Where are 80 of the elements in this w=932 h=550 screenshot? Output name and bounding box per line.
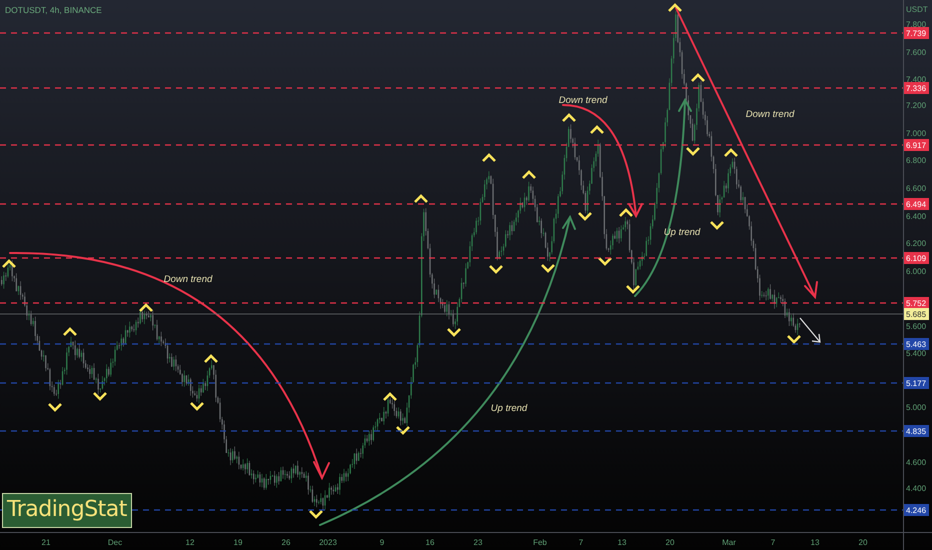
chevron-down-icon — [598, 257, 612, 266]
price-tick-label: 6.400 — [906, 212, 926, 221]
price-tick-label: 6.200 — [906, 239, 926, 248]
price-tick-label: 7.000 — [906, 129, 926, 138]
level-price-tag: 5.463 — [904, 338, 929, 350]
level-price-tag: 7.739 — [904, 27, 929, 39]
symbol-title: DOTUSDT, 4h, BINANCE — [5, 5, 102, 15]
chevron-up-icon — [2, 259, 16, 268]
chevron-down-icon — [578, 212, 592, 221]
time-tick-label: 21 — [42, 538, 50, 547]
chevron-up-icon — [414, 194, 428, 203]
arrow-icon — [800, 318, 821, 343]
time-tick-label: 7 — [578, 538, 584, 547]
trend-label: Up trend — [490, 403, 528, 414]
currency-label: USDT — [906, 5, 928, 14]
time-tick-label: 9 — [380, 538, 384, 547]
chevron-up-icon — [590, 125, 604, 134]
chevron-up-icon — [562, 113, 576, 122]
trend-label: Down trend — [746, 109, 794, 120]
price-tick-label: 6.800 — [906, 156, 926, 165]
chevron-down-icon — [541, 264, 555, 273]
price-tick-label: 5.400 — [906, 349, 926, 358]
price-tick-label: 5.000 — [906, 403, 926, 412]
price-tick-label: 6.600 — [906, 184, 926, 193]
chevron-up-icon — [691, 73, 705, 82]
trend-label: Down trend — [558, 95, 608, 106]
chevron-up-icon — [668, 3, 682, 12]
trend-label: Up trend — [664, 227, 700, 238]
chevron-down-icon — [489, 265, 503, 274]
time-tick-label: Dec — [108, 538, 122, 547]
time-tick-label: 7 — [770, 538, 776, 547]
trend-label: Down trend — [164, 274, 212, 285]
time-tick-label: 20 — [858, 538, 868, 547]
level-price-tag: 7.336 — [904, 82, 929, 94]
level-price-tag: 6.494 — [904, 198, 929, 210]
time-tick-label: Mar — [722, 538, 736, 547]
price-tick-label: 4.600 — [906, 458, 926, 467]
chevron-down-icon — [626, 285, 640, 294]
time-tick-label: 16 — [426, 538, 434, 547]
chevron-up-icon — [139, 303, 153, 312]
chevron-up-icon — [63, 327, 77, 336]
price-tick-label: 7.800 — [906, 20, 926, 29]
price-tick-label: 7.600 — [906, 48, 926, 57]
chevron-up-icon — [383, 392, 397, 401]
time-tick-label: 13 — [810, 538, 820, 547]
price-tick-label: 6.000 — [906, 267, 926, 276]
time-tick-label: 19 — [234, 538, 242, 547]
time-tick-label: 13 — [618, 538, 626, 547]
chevron-down-icon — [710, 221, 724, 230]
price-tick-label: 7.200 — [906, 101, 926, 110]
level-price-tag: 5.752 — [904, 297, 929, 309]
level-price-tag: 5.177 — [904, 377, 929, 389]
time-tick-label: 26 — [282, 538, 290, 547]
price-tick-label: 7.400 — [906, 75, 926, 84]
time-tick-label: 2023 — [319, 538, 337, 547]
level-price-tag: 4.246 — [904, 504, 929, 516]
current-price-tag: 5.685 — [904, 308, 929, 320]
chevron-down-icon — [396, 426, 410, 435]
chevron-down-icon — [48, 403, 62, 412]
chevron-up-icon — [522, 170, 536, 179]
chevron-up-icon — [204, 354, 218, 363]
chevron-down-icon — [686, 147, 700, 156]
chevron-up-icon — [619, 208, 633, 217]
time-tick-label: 20 — [666, 538, 674, 547]
chevron-up-icon — [482, 153, 496, 162]
price-tick-label: 5.600 — [906, 322, 926, 331]
time-tick-label: Feb — [533, 538, 547, 547]
chevron-down-icon — [447, 328, 461, 337]
chevron-up-icon — [724, 148, 738, 157]
level-price-tag: 6.109 — [904, 252, 929, 264]
time-tick-label: 12 — [186, 538, 194, 547]
brand-logo: TradingStat — [2, 493, 132, 528]
chevron-down-icon — [787, 335, 801, 344]
chevron-down-icon — [190, 402, 204, 411]
chevron-down-icon — [309, 510, 323, 519]
level-price-tag: 4.835 — [904, 425, 929, 437]
time-tick-label: 23 — [474, 538, 482, 547]
price-tick-label: 4.400 — [906, 484, 926, 493]
level-price-tag: 6.917 — [904, 139, 929, 151]
chevron-down-icon — [93, 392, 107, 401]
